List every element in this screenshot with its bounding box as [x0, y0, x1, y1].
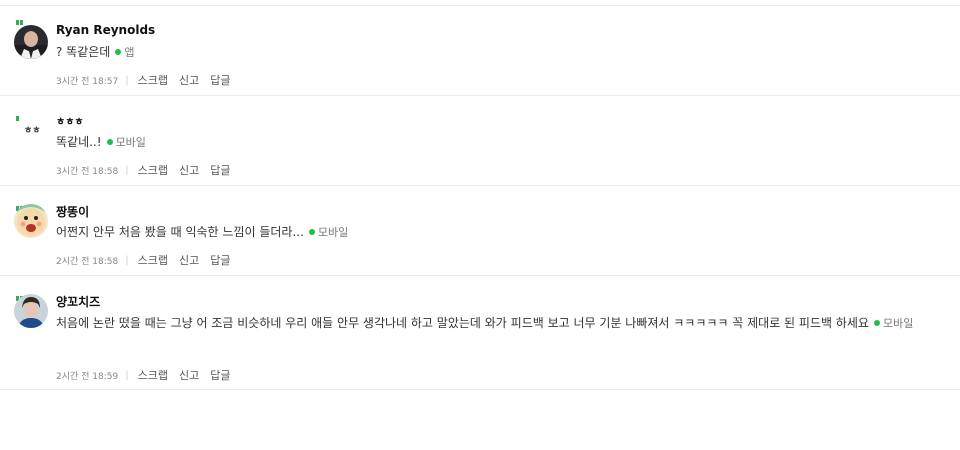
device-label: 모바일 — [317, 226, 349, 239]
reply-button[interactable]: 답글 — [210, 252, 230, 268]
reply-button[interactable]: 답글 — [210, 367, 230, 383]
report-button[interactable]: 신고 — [179, 72, 199, 88]
device-label: 모바일 — [882, 317, 914, 330]
cartoon-character-avatar[interactable] — [14, 204, 48, 238]
device-label: 앱 — [124, 46, 135, 59]
comment-nickname[interactable]: ㅎㅎㅎ — [56, 113, 84, 128]
badge-icon — [16, 20, 24, 25]
report-button[interactable]: 신고 — [179, 367, 199, 383]
comment-divider — [0, 389, 960, 390]
comment-text: 처음에 논란 떴을 때는 그냥 어 조금 비슷하네 우리 애들 안무 생각나네 … — [56, 313, 960, 334]
reply-button[interactable]: 답글 — [210, 72, 230, 88]
comment-text: 어쩐지 안무 처음 봤을 때 익숙한 느낌이 들더라... 모바일 — [56, 222, 960, 243]
comment-nickname[interactable]: 짱똥이 — [56, 203, 89, 220]
meta-separator: | — [125, 254, 129, 266]
report-button[interactable]: 신고 — [179, 162, 199, 178]
device-dot-icon — [873, 320, 880, 326]
top-divider — [0, 5, 960, 6]
report-button[interactable]: 신고 — [179, 252, 199, 268]
comment-body: 똑같네..! — [56, 135, 102, 149]
meta-separator: | — [125, 74, 129, 86]
avatar-text: ㅎㅎ — [24, 126, 41, 136]
meta-separator: | — [125, 369, 129, 381]
scrap-button[interactable]: 스크랩 — [138, 162, 168, 178]
comment-body: 어쩐지 안무 처음 봤을 때 익숙한 느낌이 들더라... — [56, 225, 304, 239]
comment-divider — [0, 185, 960, 186]
device-dot-icon — [115, 49, 122, 55]
scrap-button[interactable]: 스크랩 — [138, 252, 168, 268]
device-label: 모바일 — [115, 136, 146, 149]
scrap-button[interactable]: 스크랩 — [138, 72, 168, 88]
comment-time: 3시간 전 18:58 — [56, 166, 119, 177]
comment-divider — [0, 275, 960, 276]
person-photo-avatar[interactable] — [14, 294, 48, 328]
comment-nickname[interactable]: Ryan Reynolds — [56, 23, 155, 37]
comment-meta: 3시간 전 18:57 | 스크랩 신고 답글 — [56, 72, 241, 88]
scrap-button[interactable]: 스크랩 — [138, 367, 168, 383]
device-dot-icon — [308, 229, 315, 235]
comment-meta: 3시간 전 18:58 | 스크랩 신고 답글 — [56, 162, 241, 178]
comment-divider — [0, 95, 960, 96]
comment-body: ? 똑같은데 — [56, 45, 111, 59]
reply-button[interactable]: 답글 — [210, 162, 230, 178]
comment-time: 2시간 전 18:58 — [56, 256, 119, 267]
comment-text: 똑같네..! 모바일 — [56, 132, 960, 153]
comment-time: 2시간 전 18:59 — [56, 371, 119, 382]
comment-meta: 2시간 전 18:59 | 스크랩 신고 답글 — [56, 367, 241, 383]
comment-meta: 2시간 전 18:58 | 스크랩 신고 답글 — [56, 252, 241, 268]
default-avatar[interactable]: ㅎㅎ — [14, 115, 48, 149]
device-dot-icon — [106, 139, 113, 145]
man-portrait-avatar[interactable] — [14, 25, 48, 59]
comment-text: ? 똑같은데 앱 — [56, 42, 960, 63]
comment-nickname[interactable]: 양꼬치즈 — [56, 293, 100, 310]
comment-body: 처음에 논란 떴을 때는 그냥 어 조금 비슷하네 우리 애들 안무 생각나네 … — [56, 316, 869, 330]
comment-time: 3시간 전 18:57 — [56, 76, 119, 87]
meta-separator: | — [125, 164, 129, 176]
